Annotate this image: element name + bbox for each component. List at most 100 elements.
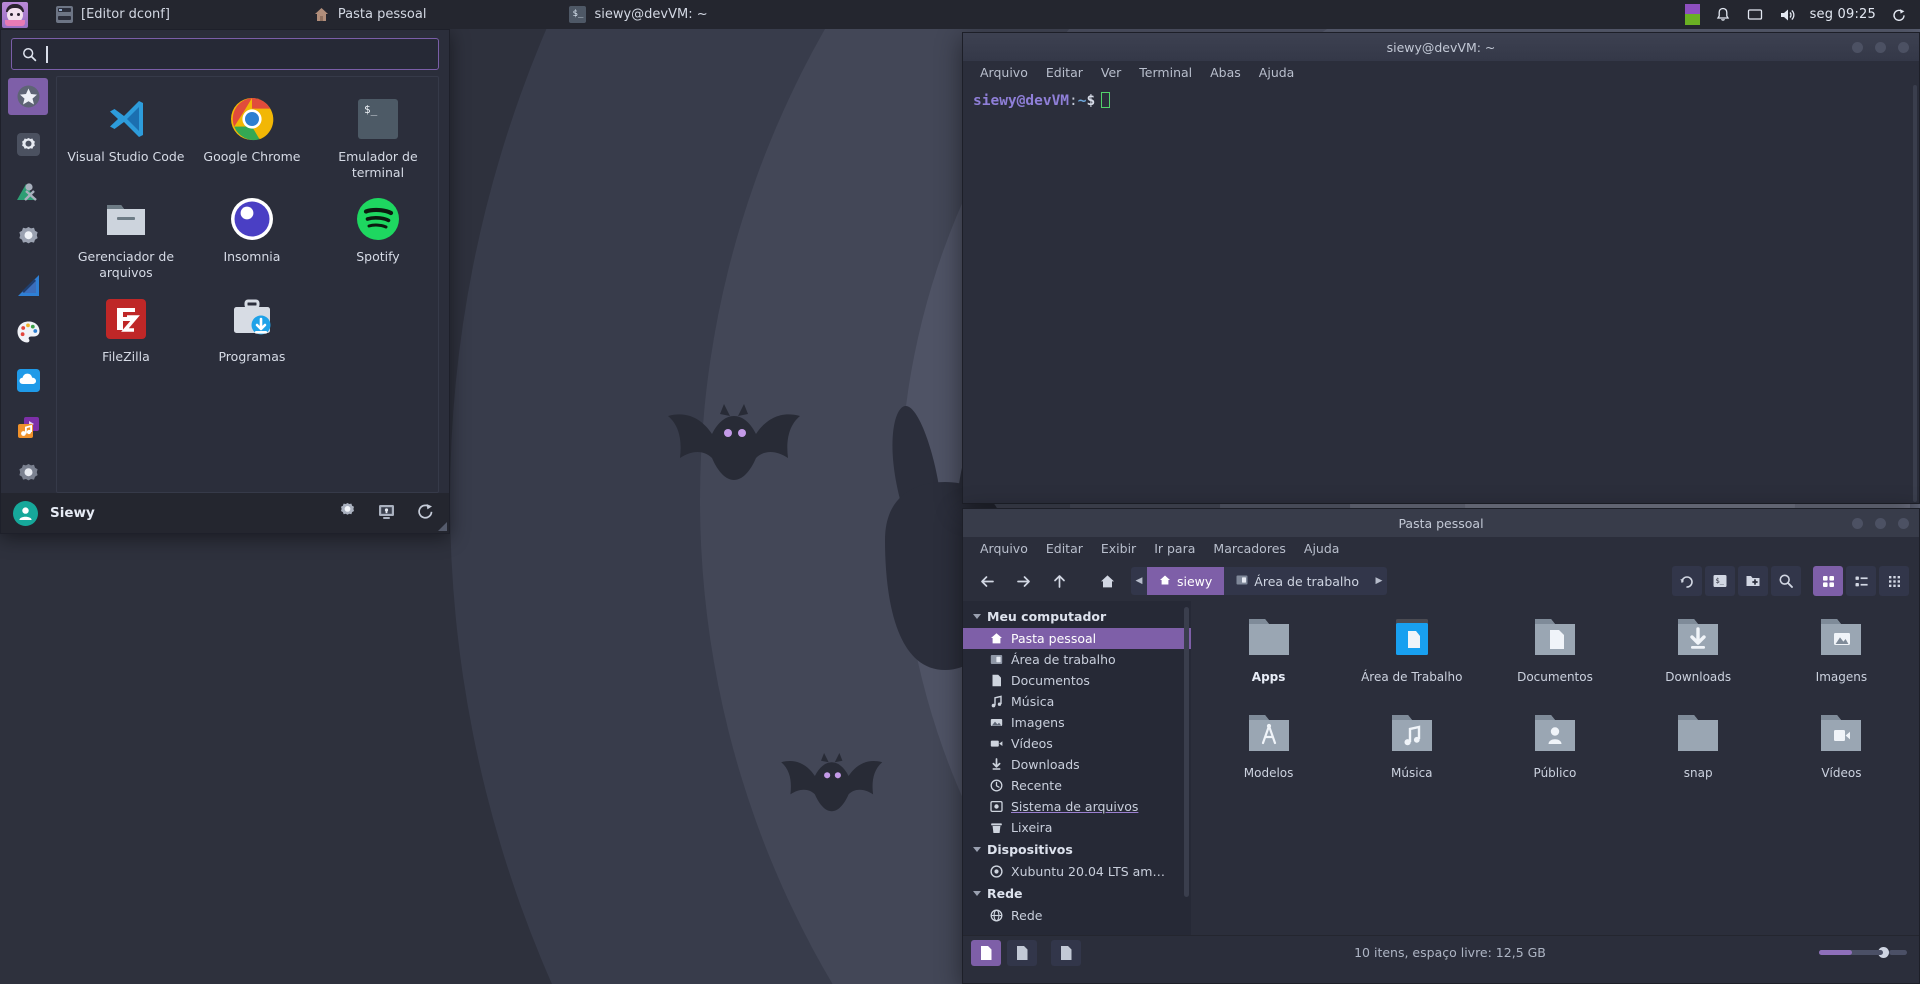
- sidebar-item-imagens[interactable]: Imagens: [963, 712, 1191, 733]
- file-item-imagens[interactable]: Imagens: [1776, 615, 1906, 711]
- sidebar-item-videos[interactable]: Vídeos: [963, 733, 1191, 754]
- display-icon[interactable]: [1746, 6, 1764, 24]
- app-item-file-manager[interactable]: Gerenciador de arquivos: [63, 191, 189, 291]
- list-view-icon[interactable]: [1846, 566, 1876, 596]
- pane-button-1[interactable]: [971, 940, 1001, 966]
- sidebar-item-musica[interactable]: Música: [963, 691, 1191, 712]
- pane-button-2[interactable]: [1007, 940, 1037, 966]
- taskbar-item-dconf[interactable]: [Editor dconf]: [42, 0, 184, 29]
- logout-icon[interactable]: [1890, 6, 1908, 24]
- sidebar-item-rede[interactable]: Rede: [963, 905, 1191, 926]
- applications-menu-button[interactable]: [2, 2, 28, 28]
- taskbar-item-terminal[interactable]: $_ siewy@devVM: ~: [555, 0, 721, 29]
- file-item-musica[interactable]: Música: [1347, 711, 1477, 807]
- sidebar-item-area-de-trabalho[interactable]: Área de trabalho: [963, 649, 1191, 670]
- file-item-publico[interactable]: Público: [1490, 711, 1620, 807]
- sidebar-item-accessories[interactable]: [8, 314, 48, 351]
- sidebar-item-lixeira[interactable]: Lixeira: [963, 817, 1191, 838]
- app-item-chrome[interactable]: Google Chrome: [189, 91, 315, 191]
- logout-icon[interactable]: [416, 502, 435, 525]
- menu-marcadores[interactable]: Marcadores: [1204, 537, 1295, 561]
- app-item-spotify[interactable]: Spotify: [315, 191, 439, 291]
- close-button[interactable]: [1898, 518, 1909, 529]
- lock-screen-icon[interactable]: [377, 502, 396, 525]
- icon-view-icon[interactable]: [1813, 566, 1843, 596]
- notification-bell-icon[interactable]: [1714, 6, 1732, 24]
- sidebar-group-dispositivos[interactable]: Dispositivos: [963, 838, 1191, 861]
- sidebar-item-documentos[interactable]: Documentos: [963, 670, 1191, 691]
- menu-ajuda[interactable]: Ajuda: [1250, 61, 1304, 85]
- sidebar-item-system[interactable]: [8, 220, 48, 257]
- pane-button-3[interactable]: [1051, 940, 1081, 966]
- app-item-software-center[interactable]: Programas: [189, 291, 315, 391]
- file-item-apps[interactable]: Apps: [1204, 615, 1334, 711]
- menu-arquivo[interactable]: Arquivo: [971, 61, 1037, 85]
- search-input[interactable]: [11, 38, 439, 70]
- minimize-button[interactable]: [1852, 42, 1863, 53]
- terminal-titlebar[interactable]: siewy@devVM: ~: [963, 33, 1919, 61]
- app-item-insomnia[interactable]: Insomnia: [189, 191, 315, 291]
- sidebar-item-downloads[interactable]: Downloads: [963, 754, 1191, 775]
- sidebar-item-xubuntu-disc[interactable]: Xubuntu 20.04 LTS am…: [963, 861, 1191, 882]
- sidebar-item-graphics[interactable]: [8, 173, 48, 210]
- close-button[interactable]: [1898, 42, 1909, 53]
- app-item-filezilla[interactable]: FileZilla: [63, 291, 189, 391]
- breadcrumb-item-siewy[interactable]: siewy: [1147, 567, 1224, 595]
- sidebar-item-other[interactable]: [8, 456, 48, 493]
- breadcrumb-scroll-right[interactable]: ▶: [1371, 567, 1387, 595]
- breadcrumb-scroll-left[interactable]: ◀: [1131, 567, 1147, 595]
- up-arrow-icon[interactable]: [1043, 567, 1075, 595]
- minimize-button[interactable]: [1852, 518, 1863, 529]
- file-item-area-de-trabalho[interactable]: Área de Trabalho: [1347, 615, 1477, 711]
- file-item-snap[interactable]: snap: [1633, 711, 1763, 807]
- menu-exibir[interactable]: Exibir: [1092, 537, 1145, 561]
- app-item-vscode[interactable]: Visual Studio Code: [63, 91, 189, 191]
- clock[interactable]: seg 09:25: [1810, 7, 1876, 22]
- sidebar-item-sistema-de-arquivos[interactable]: Sistema de arquivos: [963, 796, 1191, 817]
- menu-ir-para[interactable]: Ir para: [1145, 537, 1204, 561]
- back-arrow-icon[interactable]: [971, 567, 1003, 595]
- menu-ajuda[interactable]: Ajuda: [1295, 537, 1349, 561]
- terminal-output-area[interactable]: siewy@devVM:~$: [963, 85, 1919, 503]
- file-item-videos[interactable]: Vídeos: [1776, 711, 1906, 807]
- sidebar-item-favorites[interactable]: [8, 78, 48, 115]
- menu-editar[interactable]: Editar: [1037, 61, 1092, 85]
- breadcrumb-item-desktop[interactable]: Área de trabalho: [1224, 567, 1371, 595]
- reload-icon[interactable]: [1672, 566, 1702, 596]
- sidebar-item-internet[interactable]: [8, 362, 48, 399]
- terminal-scrollbar[interactable]: [1912, 85, 1918, 502]
- xubuntu-logo-icon[interactable]: [1685, 4, 1700, 25]
- file-item-downloads[interactable]: Downloads: [1633, 615, 1763, 711]
- new-folder-icon[interactable]: [1738, 566, 1768, 596]
- sidebar-item-recente[interactable]: Recente: [963, 775, 1191, 796]
- sidebar-item-multimedia[interactable]: [8, 409, 48, 446]
- menu-arquivo[interactable]: Arquivo: [971, 537, 1037, 561]
- menu-ver[interactable]: Ver: [1092, 61, 1130, 85]
- zoom-slider[interactable]: [1819, 947, 1907, 958]
- file-item-modelos[interactable]: Modelos: [1204, 711, 1334, 807]
- sidebar-scrollbar[interactable]: [1184, 607, 1189, 897]
- sidebar-item-pasta-pessoal[interactable]: Pasta pessoal: [963, 628, 1191, 649]
- compact-view-icon[interactable]: [1879, 566, 1909, 596]
- sidebar-group-meu-computador[interactable]: Meu computador: [963, 605, 1191, 628]
- app-item-terminal[interactable]: $_ Emulador de terminal: [315, 91, 439, 191]
- sidebar-group-rede[interactable]: Rede: [963, 882, 1191, 905]
- search-icon[interactable]: [1771, 566, 1801, 596]
- volume-icon[interactable]: [1778, 6, 1796, 24]
- maximize-button[interactable]: [1875, 42, 1886, 53]
- open-terminal-icon[interactable]: $_: [1705, 566, 1735, 596]
- menu-abas[interactable]: Abas: [1201, 61, 1250, 85]
- sidebar-item-development[interactable]: [8, 267, 48, 304]
- sidebar-item-settings[interactable]: [8, 125, 48, 162]
- forward-arrow-icon[interactable]: [1007, 567, 1039, 595]
- file-manager-titlebar[interactable]: Pasta pessoal: [963, 509, 1919, 537]
- maximize-button[interactable]: [1875, 518, 1886, 529]
- menu-terminal[interactable]: Terminal: [1130, 61, 1201, 85]
- taskbar-item-home-folder[interactable]: Pasta pessoal: [299, 0, 441, 29]
- file-item-documentos[interactable]: Documentos: [1490, 615, 1620, 711]
- menu-resize-handle[interactable]: [438, 522, 447, 531]
- avatar[interactable]: [13, 501, 38, 526]
- settings-gear-icon[interactable]: [338, 502, 357, 525]
- menu-editar[interactable]: Editar: [1037, 537, 1092, 561]
- home-icon[interactable]: [1091, 567, 1123, 595]
